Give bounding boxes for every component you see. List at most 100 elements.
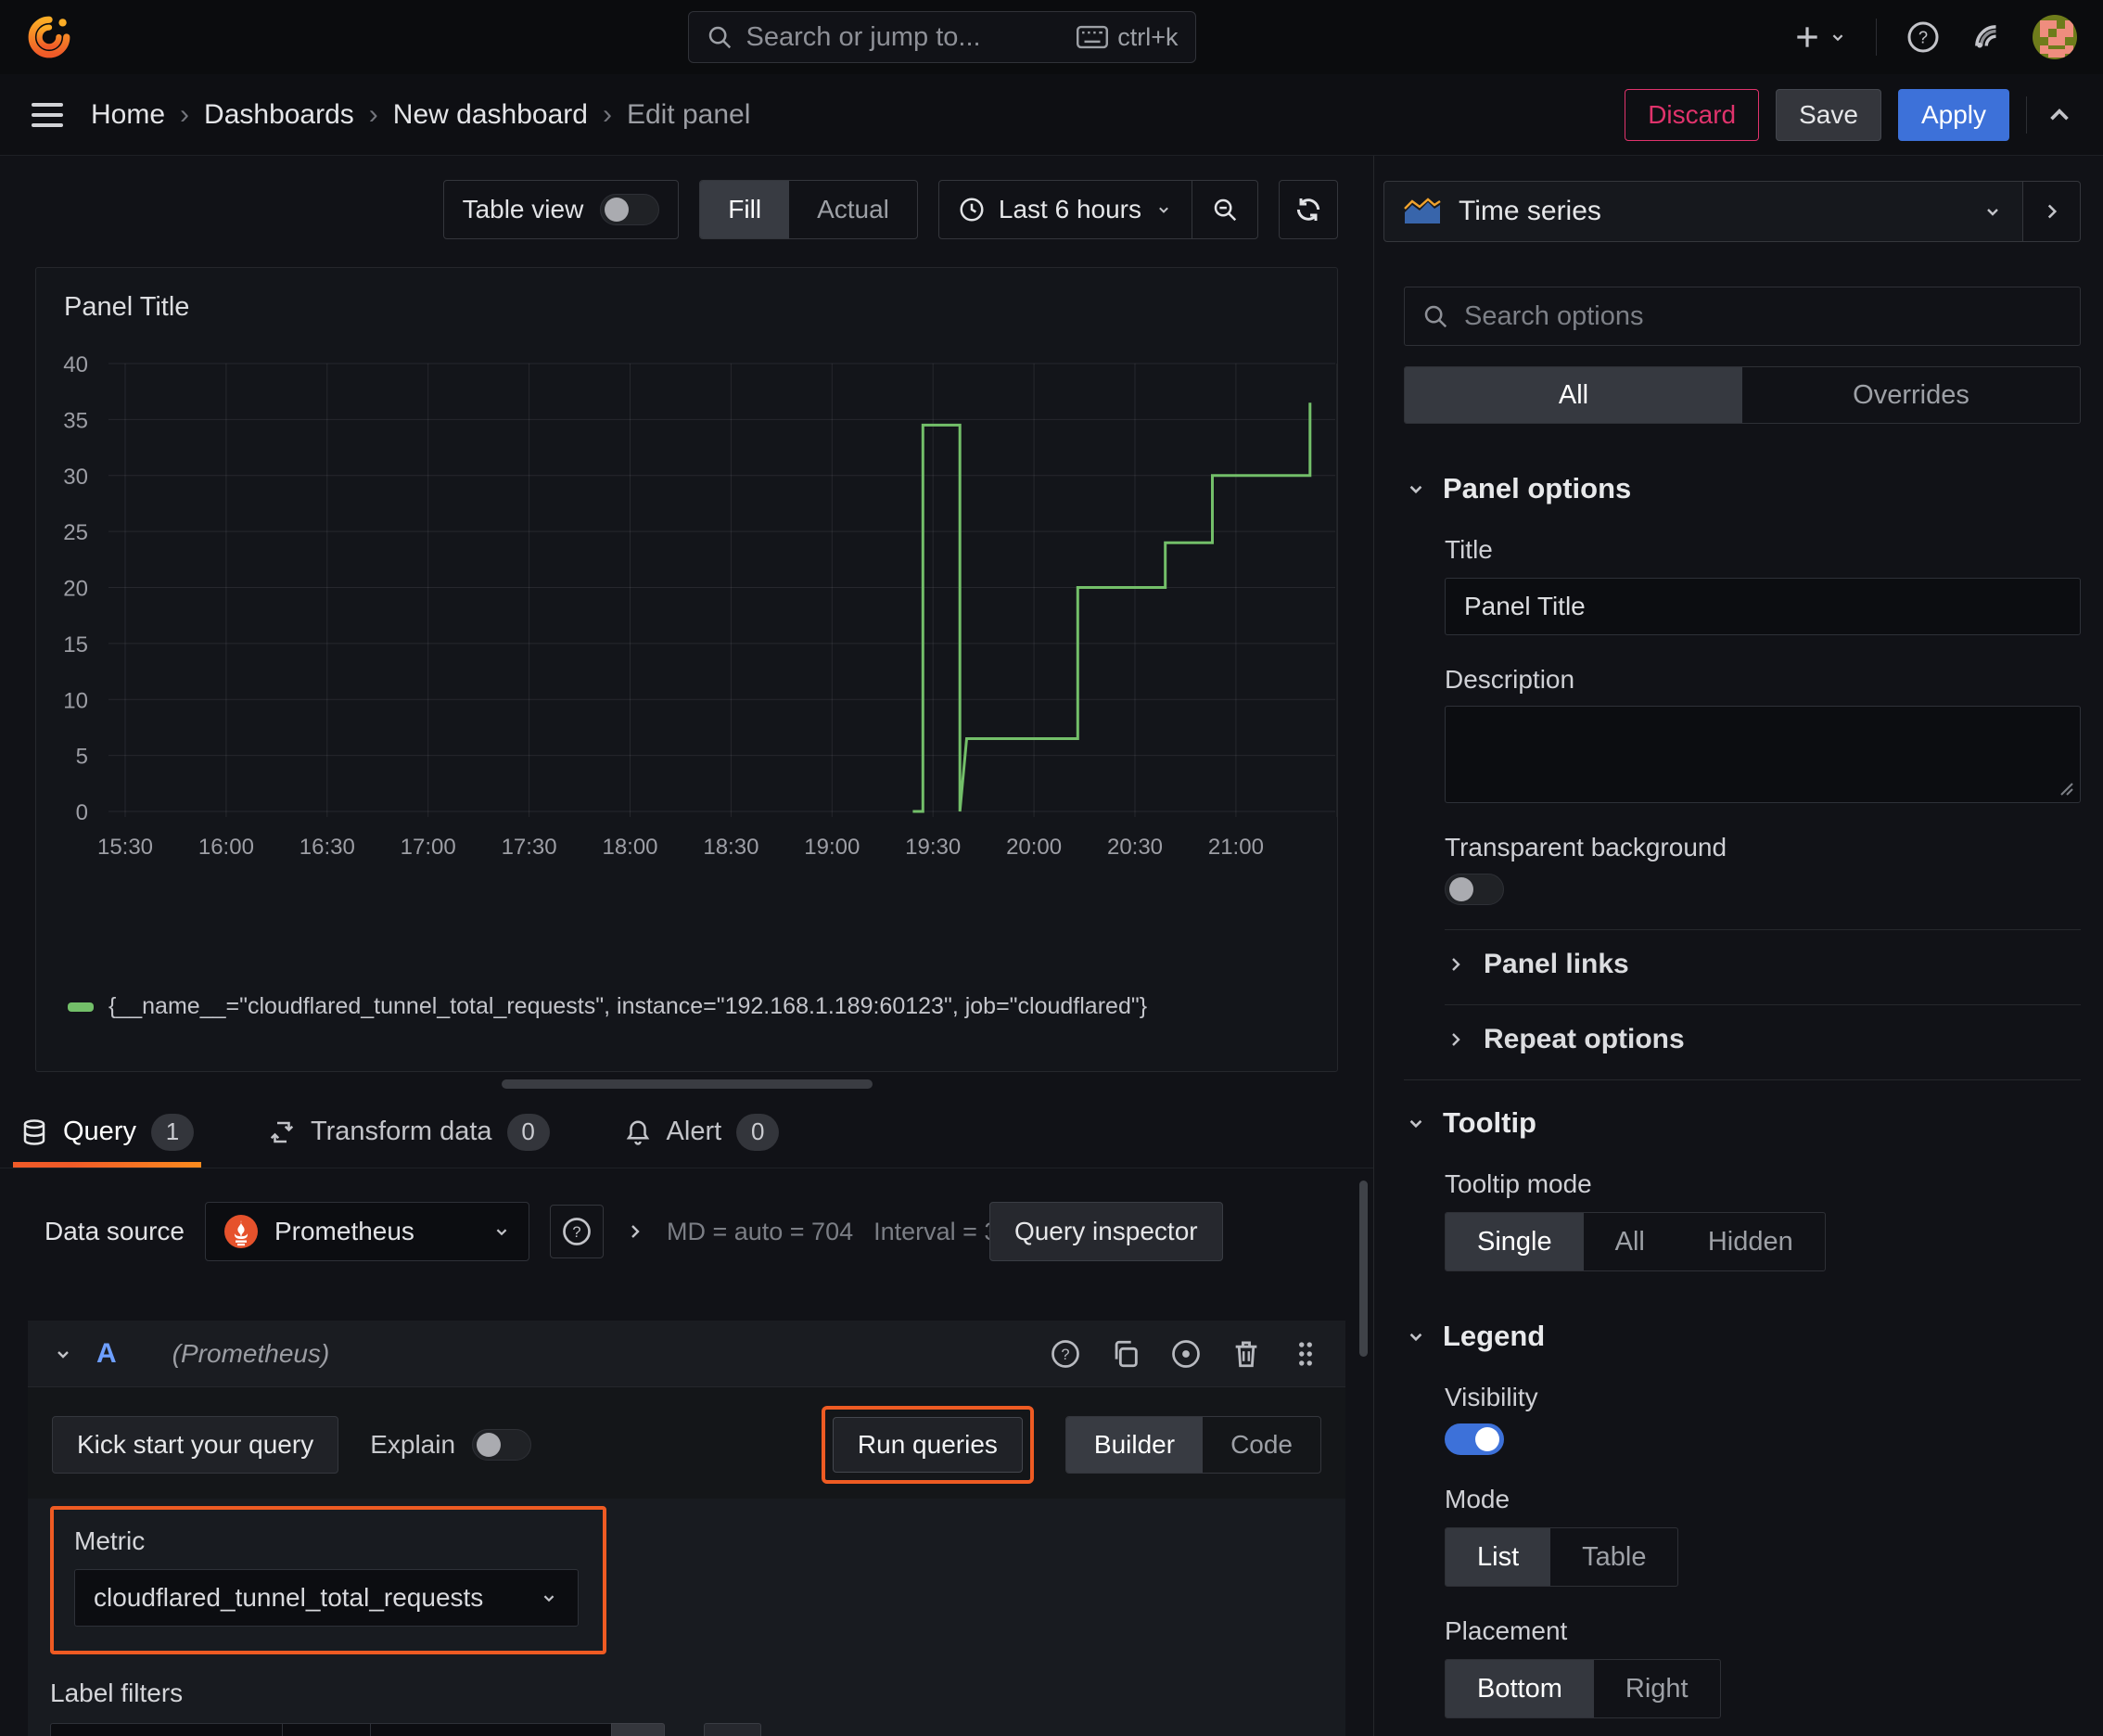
panel-links-row[interactable]: Panel links — [1445, 949, 2081, 980]
apply-button[interactable]: Apply — [1897, 88, 2009, 141]
tab-overrides[interactable]: Overrides — [1742, 367, 2080, 423]
zoom-out-button[interactable] — [1192, 181, 1257, 238]
transparent-background-toggle[interactable] — [1445, 874, 1504, 905]
eye-icon[interactable] — [1169, 1337, 1203, 1371]
chevron-down-icon[interactable] — [52, 1343, 74, 1365]
legend-body: Visibility Mode List Table Placement Bot… — [1404, 1383, 2081, 1736]
query-row-header[interactable]: A (Prometheus) ? — [28, 1321, 1345, 1387]
panel-resize-handle[interactable] — [501, 1079, 873, 1089]
svg-text:18:00: 18:00 — [602, 835, 657, 860]
run-queries-button[interactable]: Run queries — [832, 1417, 1023, 1473]
code-option[interactable]: Code — [1203, 1417, 1320, 1473]
panel-title-input[interactable]: Panel Title — [1445, 578, 2081, 635]
resize-handle-icon[interactable] — [2058, 780, 2074, 797]
tooltip-single-option[interactable]: Single — [1446, 1213, 1584, 1270]
operator-dropdown[interactable]: = — [282, 1723, 371, 1736]
trash-icon[interactable] — [1230, 1338, 1262, 1370]
svg-text:20:30: 20:30 — [1107, 835, 1163, 860]
timeseries-chart[interactable]: 0 5 10 15 20 25 30 35 40 15:30 16:00 16:30 17:00 17:3… — [36, 268, 1337, 1071]
placement-right-option[interactable]: Right — [1594, 1660, 1720, 1717]
explain-control: Explain — [370, 1429, 532, 1461]
user-avatar[interactable] — [2033, 15, 2077, 59]
visualization-picker[interactable]: Time series — [1383, 181, 2023, 242]
explain-toggle[interactable] — [472, 1429, 532, 1461]
query-inspector-button[interactable]: Query inspector — [988, 1202, 1223, 1261]
tab-alert-label: Alert — [666, 1117, 722, 1146]
builder-option[interactable]: Builder — [1065, 1417, 1204, 1473]
time-range-picker[interactable]: Last 6 hours — [939, 181, 1192, 238]
max-data-points-stat: MD = auto = 704 — [666, 1217, 854, 1245]
chart-legend[interactable]: {__name__="cloudflared_tunnel_total_requ… — [68, 993, 1147, 1020]
duplicate-icon[interactable] — [1110, 1338, 1141, 1370]
fill-option[interactable]: Fill — [700, 181, 790, 238]
angle-right-icon[interactable] — [624, 1220, 646, 1243]
breadcrumb-home[interactable]: Home — [91, 99, 165, 131]
visualization-name: Time series — [1459, 196, 1601, 226]
tab-transform-data[interactable]: Transform data 0 — [261, 1096, 557, 1168]
add-filter-button[interactable] — [704, 1723, 762, 1736]
legend-title: Legend — [1443, 1320, 1546, 1352]
description-textarea[interactable] — [1445, 706, 2081, 803]
query-options-row: Kick start your query Explain Run querie… — [28, 1387, 1345, 1484]
fill-actual-segmented: Fill Actual — [699, 180, 918, 239]
kick-start-query-button[interactable]: Kick start your query — [52, 1416, 339, 1474]
panel-options-header[interactable]: Panel options — [1404, 472, 2081, 505]
chevron-right-icon: › — [368, 98, 378, 130]
table-view-toggle[interactable] — [600, 194, 660, 225]
svg-text:17:30: 17:30 — [502, 835, 557, 860]
tooltip-all-option[interactable]: All — [1584, 1213, 1676, 1270]
options-search-input[interactable]: Search options — [1404, 287, 2081, 346]
data-source-picker[interactable]: Prometheus — [204, 1202, 529, 1261]
tab-alert[interactable]: Alert 0 — [617, 1096, 787, 1168]
legend-header[interactable]: Legend — [1404, 1320, 2081, 1353]
svg-text:15:30: 15:30 — [97, 835, 153, 860]
refresh-button[interactable] — [1279, 180, 1338, 239]
refresh-icon — [1296, 198, 1320, 221]
select-label-dropdown[interactable]: Select label — [50, 1723, 282, 1736]
tab-all[interactable]: All — [1405, 367, 1742, 423]
tooltip-mode-segmented: Single All Hidden — [1445, 1212, 1826, 1271]
metric-select[interactable]: cloudflared_tunnel_total_requests — [74, 1569, 579, 1627]
chevron-right-icon: › — [180, 98, 190, 130]
help-button[interactable]: ? — [1905, 19, 1942, 56]
legend-list-option[interactable]: List — [1446, 1528, 1551, 1586]
grafana-logo-icon[interactable] — [26, 14, 72, 60]
breadcrumb-dashboards[interactable]: Dashboards — [204, 99, 354, 131]
visualization-picker-row: Time series — [1383, 181, 2081, 242]
data-source-help-button[interactable]: ? — [549, 1205, 604, 1258]
legend-visibility-toggle[interactable] — [1445, 1423, 1504, 1455]
remove-filter-button[interactable] — [611, 1723, 666, 1736]
drag-handle-icon[interactable] — [1290, 1338, 1321, 1370]
legend-table-option[interactable]: Table — [1550, 1528, 1677, 1586]
svg-text:30: 30 — [63, 465, 88, 490]
viz-suggestions-button[interactable] — [2023, 181, 2081, 242]
breadcrumb-new-dashboard[interactable]: New dashboard — [393, 99, 588, 131]
repeat-options-row[interactable]: Repeat options — [1445, 1024, 2081, 1055]
save-button[interactable]: Save — [1776, 88, 1881, 141]
tab-query[interactable]: Query 1 — [13, 1096, 201, 1168]
zoom-out-icon — [1214, 198, 1237, 222]
actual-option[interactable]: Actual — [789, 181, 917, 238]
legend-series-swatch — [68, 1002, 94, 1012]
news-button[interactable] — [1969, 19, 2005, 55]
bell-icon — [626, 1119, 649, 1145]
svg-text:20: 20 — [63, 577, 88, 602]
discard-button[interactable]: Discard — [1625, 88, 1760, 141]
explain-label: Explain — [370, 1430, 456, 1459]
left-pane-scrollbar[interactable] — [1359, 1181, 1368, 1357]
collapse-options-button[interactable] — [2044, 99, 2075, 131]
tooltip-hidden-option[interactable]: Hidden — [1676, 1213, 1825, 1270]
chevron-down-icon — [1409, 1119, 1422, 1129]
editor-tabs: Query 1 Transform data 0 Alert 0 — [0, 1096, 1373, 1168]
question-circle-icon[interactable]: ? — [1049, 1337, 1082, 1371]
tooltip-header[interactable]: Tooltip — [1404, 1106, 2081, 1140]
global-search-input[interactable]: Search or jump to... ctrl+k — [687, 11, 1196, 63]
svg-text:10: 10 — [63, 688, 88, 713]
placement-bottom-option[interactable]: Bottom — [1446, 1660, 1594, 1717]
add-new-button[interactable] — [1792, 22, 1848, 52]
legend-mode-segmented: List Table — [1445, 1527, 1679, 1587]
chevron-down-icon — [1159, 207, 1168, 213]
tab-transform-label: Transform data — [310, 1117, 492, 1146]
select-value-dropdown[interactable]: Select value — [370, 1723, 612, 1736]
menu-toggle-button[interactable] — [28, 99, 67, 131]
